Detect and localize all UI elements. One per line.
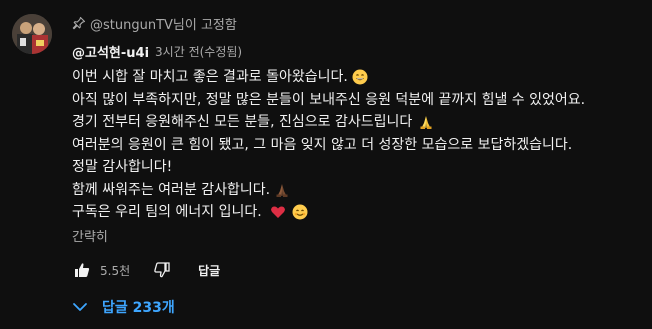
comment-line-text: 경기 전부터 응원해주신 모든 분들, 진심으로 감사드립니다 bbox=[72, 114, 413, 130]
smiling-face-emoji-icon bbox=[292, 204, 308, 220]
pinned-text: @stungunTV님이 고정함 bbox=[90, 17, 237, 33]
pin-icon bbox=[72, 16, 86, 30]
comment-line: 함께 싸워주는 여러분 감사합니다. bbox=[72, 179, 642, 202]
collapse-button[interactable]: 간략히 bbox=[72, 226, 108, 245]
comment-line-text: 정말 감사합니다! bbox=[72, 159, 173, 175]
folded-hands-emoji-icon bbox=[274, 182, 290, 198]
reply-button[interactable]: 답글 bbox=[198, 262, 220, 279]
thumbs-down-icon bbox=[154, 262, 170, 278]
comment-line: 이번 시합 잘 마치고 좋은 결과로 돌아왔습니다. bbox=[72, 66, 642, 89]
comment-line: 정말 감사합니다! bbox=[72, 156, 642, 179]
replies-count-label: 답글 233개 bbox=[102, 300, 175, 316]
thumbs-up-icon bbox=[75, 263, 90, 277]
comment-header: @고석현-u4i 3시간 전(수정됨) bbox=[72, 40, 242, 62]
comment-line: 경기 전부터 응원해주신 모든 분들, 진심으로 감사드립니다 bbox=[72, 111, 642, 134]
comment-line-text: 아직 많이 부족하지만, 정말 많은 분들이 보내주신 응원 덕분에 끝까지 힘… bbox=[72, 91, 586, 108]
comment-line: 아직 많이 부족하지만, 정말 많은 분들이 보내주신 응원 덕분에 끝까지 힘… bbox=[72, 89, 642, 112]
dislike-button[interactable] bbox=[150, 258, 174, 282]
comment-line-text: 이번 시합 잘 마치고 좋은 결과로 돌아왔습니다. bbox=[72, 69, 348, 85]
comment-line-text: 함께 싸워주는 여러분 감사합니다. bbox=[72, 181, 271, 198]
comment-line-text: 구독은 우리 팀의 에너지 입니다. bbox=[72, 204, 262, 220]
red-heart-emoji-icon bbox=[270, 204, 286, 220]
comment-timestamp[interactable]: 3시간 전(수정됨) bbox=[155, 43, 242, 60]
comment-line-text: 여러분의 응원이 큰 힘이 됐고, 그 마음 잊지 않고 더 성장한 모습으로 … bbox=[72, 136, 573, 153]
comment-body: 이번 시합 잘 마치고 좋은 결과로 돌아왔습니다. 아직 많이 부족하지만, … bbox=[72, 66, 642, 224]
pinned-label: @stungunTV님이 고정함 bbox=[72, 12, 237, 34]
comment-actions: 5.5천 답글 bbox=[70, 258, 220, 282]
view-replies-button[interactable]: 답글 233개 bbox=[70, 292, 175, 322]
folded-hands-emoji-icon bbox=[418, 114, 434, 130]
like-button[interactable] bbox=[70, 258, 94, 282]
comment-line: 구독은 우리 팀의 에너지 입니다. bbox=[72, 201, 642, 224]
comment-author[interactable]: @고석현-u4i bbox=[72, 42, 149, 61]
comment-line: 여러분의 응원이 큰 힘이 됐고, 그 마음 잊지 않고 더 성장한 모습으로 … bbox=[72, 134, 642, 157]
avatar[interactable] bbox=[12, 14, 52, 54]
grinning-face-emoji-icon bbox=[352, 69, 368, 85]
like-count: 5.5천 bbox=[100, 263, 131, 278]
pinned-comment: @stungunTV님이 고정함 @고석현-u4i 3시간 전(수정됨) 이번 … bbox=[0, 0, 652, 329]
chevron-down-icon bbox=[70, 297, 90, 317]
